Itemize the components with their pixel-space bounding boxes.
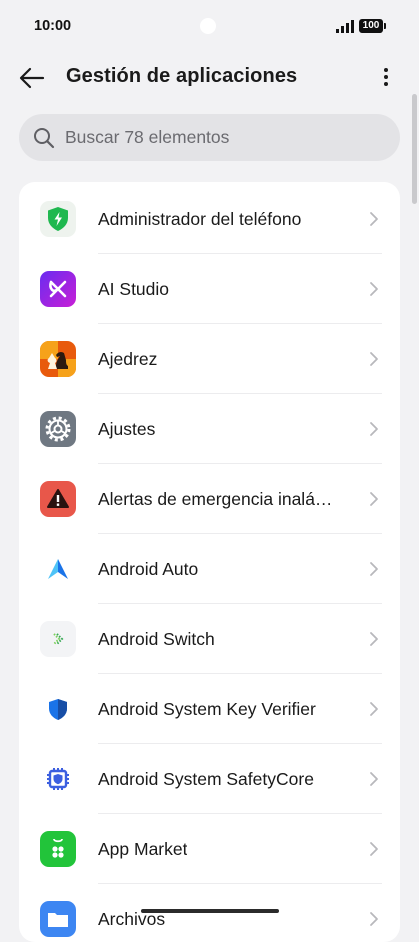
chevron-right-icon (370, 702, 378, 716)
chevron-right-icon (370, 772, 378, 786)
emergency-alert-icon (40, 481, 76, 517)
app-name: Android Auto (98, 559, 199, 579)
chevron-right-icon (370, 632, 378, 646)
search-input[interactable] (65, 114, 385, 161)
chess-icon (40, 341, 76, 377)
app-bar: Gestión de aplicaciones (0, 52, 419, 104)
chevron-right-icon (370, 282, 378, 296)
app-row-ajedrez[interactable]: Ajedrez (19, 324, 400, 394)
app-list: Administrador del teléfono AI Studio Aje… (19, 182, 400, 942)
app-name: App Market (98, 839, 188, 859)
more-options-button[interactable] (376, 64, 396, 94)
chevron-right-icon (370, 912, 378, 926)
app-row-android-switch[interactable]: Android Switch (19, 604, 400, 674)
safetycore-chip-icon (40, 761, 76, 797)
app-row-administrador[interactable]: Administrador del teléfono (19, 184, 400, 254)
android-auto-icon (40, 551, 76, 587)
home-indicator[interactable] (141, 909, 279, 913)
ai-studio-icon (40, 271, 76, 307)
app-row-android-auto[interactable]: Android Auto (19, 534, 400, 604)
app-name: AI Studio (98, 279, 170, 299)
chevron-right-icon (370, 492, 378, 506)
search-icon (34, 128, 55, 149)
key-verifier-shield-icon (40, 691, 76, 727)
status-bar: 10:00 100 (0, 0, 419, 52)
chevron-right-icon (370, 562, 378, 576)
chevron-right-icon (370, 352, 378, 366)
phone-manager-shield-icon (40, 201, 76, 237)
scrollbar[interactable] (412, 94, 417, 204)
page-title: Gestión de aplicaciones (66, 65, 298, 87)
signal-icon (336, 20, 354, 33)
app-name: Administrador del teléfono (98, 209, 302, 229)
app-row-safetycore[interactable]: Android System SafetyCore (19, 744, 400, 814)
app-name: Android Switch (98, 629, 215, 649)
status-time: 10:00 (34, 18, 72, 34)
android-switch-icon (40, 621, 76, 657)
arrow-left-icon (19, 67, 45, 89)
files-folder-icon (40, 901, 76, 937)
back-button[interactable] (16, 64, 48, 92)
app-row-ai-studio[interactable]: AI Studio (19, 254, 400, 324)
app-name: Ajustes (98, 419, 156, 439)
app-row-key-verifier[interactable]: Android System Key Verifier (19, 674, 400, 744)
app-name: Ajedrez (98, 349, 158, 369)
app-row-alertas[interactable]: Alertas de emergencia inalá… (19, 464, 400, 534)
app-name: Alertas de emergencia inalá… (98, 489, 333, 509)
app-market-icon (40, 831, 76, 867)
camera-cutout (200, 18, 216, 34)
app-row-archivos[interactable]: Archivos (19, 884, 400, 942)
app-row-app-market[interactable]: App Market (19, 814, 400, 884)
chevron-right-icon (370, 842, 378, 856)
app-name: Archivos (98, 909, 166, 929)
battery-icon: 100 (359, 19, 386, 33)
search-bar[interactable] (19, 114, 400, 161)
app-row-ajustes[interactable]: Ajustes (19, 394, 400, 464)
more-vert-icon (384, 68, 388, 72)
app-name: Android System SafetyCore (98, 769, 314, 789)
app-name: Android System Key Verifier (98, 699, 316, 719)
chevron-right-icon (370, 422, 378, 436)
settings-gear-icon (40, 411, 76, 447)
chevron-right-icon (370, 212, 378, 226)
